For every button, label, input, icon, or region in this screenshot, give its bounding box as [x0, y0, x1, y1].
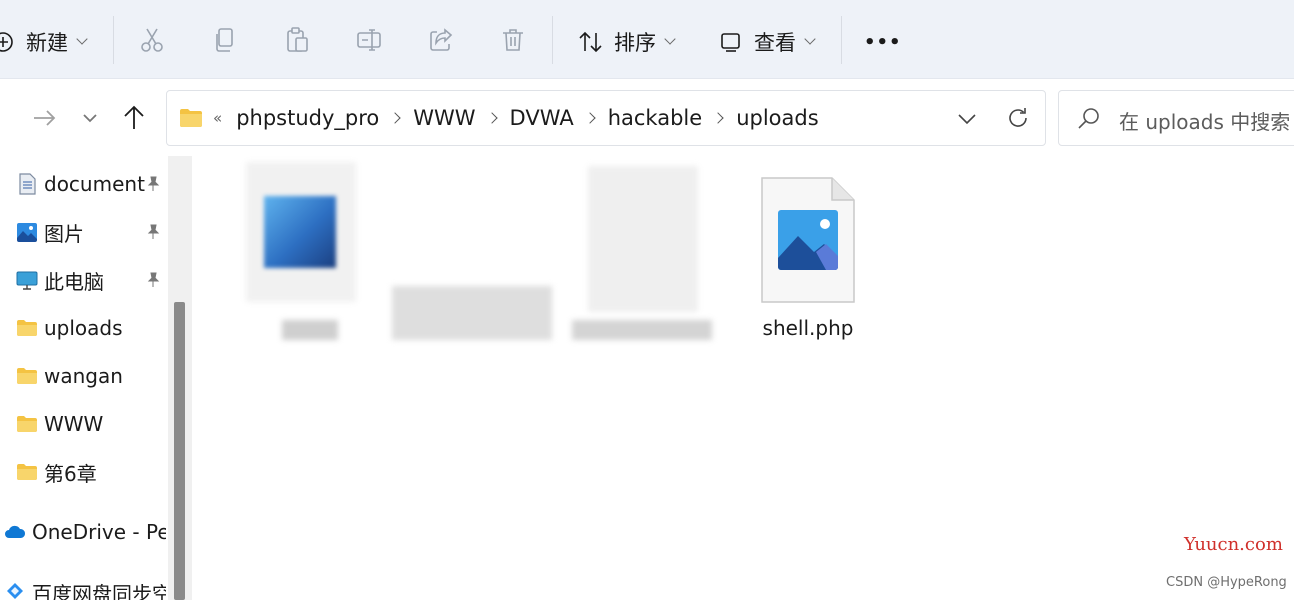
address-history-chevron-icon[interactable]	[955, 107, 979, 131]
breadcrumb-item[interactable]: DVWA	[510, 106, 574, 130]
redacted-label	[392, 286, 552, 340]
cut-icon[interactable]	[138, 26, 166, 54]
navigation-pane: document 图片 此电脑 uploads wangan WWW 第6章 O…	[0, 156, 192, 600]
sort-button-label: 排序	[614, 31, 656, 55]
breadcrumb-item[interactable]: phpstudy_pro	[236, 106, 379, 130]
divider	[552, 16, 553, 64]
file-item[interactable]: shell.php	[750, 176, 866, 346]
sidebar-item-label: 百度网盘同步空	[32, 581, 166, 600]
pictures-icon	[17, 223, 37, 242]
author-watermark: CSDN @HypeRong	[1166, 575, 1287, 590]
sidebar-item-label: 图片	[44, 221, 84, 246]
file-list: shell.php	[192, 156, 1294, 600]
command-bar: 新建 排序 查看 •••	[0, 0, 1294, 79]
baidu-netdisk-icon	[7, 583, 23, 599]
redacted-thumbnail	[264, 196, 336, 268]
view-button[interactable]: 查看	[720, 14, 816, 70]
folder-icon	[17, 320, 37, 336]
sidebar-item-label: document	[44, 172, 145, 196]
sort-button[interactable]: 排序	[578, 14, 676, 70]
view-icon	[721, 33, 740, 52]
recent-locations-chevron-icon[interactable]	[72, 100, 108, 136]
search-input[interactable]: 在 uploads 中搜索	[1119, 106, 1290, 135]
sort-icon	[579, 31, 602, 53]
sidebar-item-label: OneDrive - Pe	[32, 520, 166, 544]
search-icon	[1078, 108, 1099, 129]
breadcrumb: « phpstudy_pro WWW DVWA hackable uploads	[179, 91, 819, 145]
paste-icon[interactable]	[283, 26, 311, 54]
breadcrumb-item[interactable]: WWW	[413, 106, 475, 130]
image-file-icon	[761, 177, 855, 303]
sidebar-item-label: 第6章	[44, 461, 97, 486]
chevron-down-icon	[76, 33, 88, 45]
monitor-icon	[16, 271, 38, 290]
address-bar[interactable]: « phpstudy_pro WWW DVWA hackable uploads	[166, 90, 1046, 146]
view-button-label: 查看	[754, 31, 796, 55]
more-options-button[interactable]: •••	[864, 14, 902, 70]
breadcrumb-item[interactable]: uploads	[736, 106, 818, 130]
chevron-right-icon[interactable]	[712, 112, 724, 124]
folder-icon	[17, 368, 37, 384]
rename-icon[interactable]	[355, 26, 383, 54]
chevron-right-icon[interactable]	[389, 112, 401, 124]
document-icon	[19, 173, 36, 195]
more-icon: •••	[864, 31, 902, 53]
chevron-down-icon	[664, 33, 676, 45]
breadcrumb-overflow[interactable]: «	[213, 109, 222, 127]
delete-icon[interactable]	[499, 26, 527, 54]
plus-circle-icon	[0, 32, 13, 52]
onedrive-icon	[5, 525, 26, 538]
up-arrow-icon[interactable]	[116, 100, 152, 136]
redacted-label	[282, 320, 338, 340]
pin-icon[interactable]	[144, 271, 162, 289]
sidebar-item-label: wangan	[44, 364, 123, 388]
navigation-bar: « phpstudy_pro WWW DVWA hackable uploads…	[0, 80, 1294, 156]
chevron-right-icon[interactable]	[485, 112, 498, 124]
share-icon[interactable]	[427, 26, 455, 54]
redacted-label	[572, 320, 712, 340]
new-button-label: 新建	[26, 31, 68, 55]
sidebar-item-uploads[interactable]: uploads	[0, 306, 166, 350]
breadcrumb-item[interactable]: hackable	[608, 106, 702, 130]
scrollbar-thumb[interactable]	[174, 302, 185, 600]
file-name: shell.php	[762, 316, 854, 340]
sidebar-item-chapter6[interactable]: 第6章	[0, 450, 166, 494]
new-button[interactable]: 新建	[0, 14, 88, 70]
chevron-down-icon	[804, 33, 816, 45]
sidebar-item-label: 此电脑	[44, 269, 104, 294]
divider	[841, 16, 842, 64]
site-watermark: Yuucn.com	[1184, 534, 1283, 555]
pin-icon[interactable]	[144, 175, 162, 193]
pin-icon[interactable]	[144, 223, 162, 241]
chevron-right-icon[interactable]	[584, 112, 596, 124]
sidebar-item-onedrive[interactable]: OneDrive - Pe	[0, 510, 166, 554]
redacted-file-item[interactable]	[588, 166, 698, 312]
copy-icon[interactable]	[211, 26, 239, 54]
sidebar-item-wangan[interactable]: wangan	[0, 354, 166, 398]
refresh-icon[interactable]	[1005, 105, 1031, 131]
sidebar-item-label: uploads	[44, 316, 123, 340]
divider	[113, 16, 114, 64]
sidebar-item-pictures[interactable]: 图片	[0, 210, 166, 254]
sidebar-item-document[interactable]: document	[0, 162, 166, 206]
sidebar-scrollbar[interactable]	[168, 156, 192, 600]
folder-icon	[180, 109, 202, 127]
folder-icon	[17, 416, 37, 432]
folder-icon	[17, 464, 37, 480]
search-box[interactable]: 在 uploads 中搜索	[1058, 90, 1294, 146]
sidebar-item-this-pc[interactable]: 此电脑	[0, 258, 166, 302]
sidebar-item-label: WWW	[44, 412, 104, 436]
sidebar-item-www[interactable]: WWW	[0, 402, 166, 446]
sidebar-item-baidu-netdisk[interactable]: 百度网盘同步空	[0, 570, 166, 600]
forward-arrow-icon[interactable]	[26, 100, 62, 136]
